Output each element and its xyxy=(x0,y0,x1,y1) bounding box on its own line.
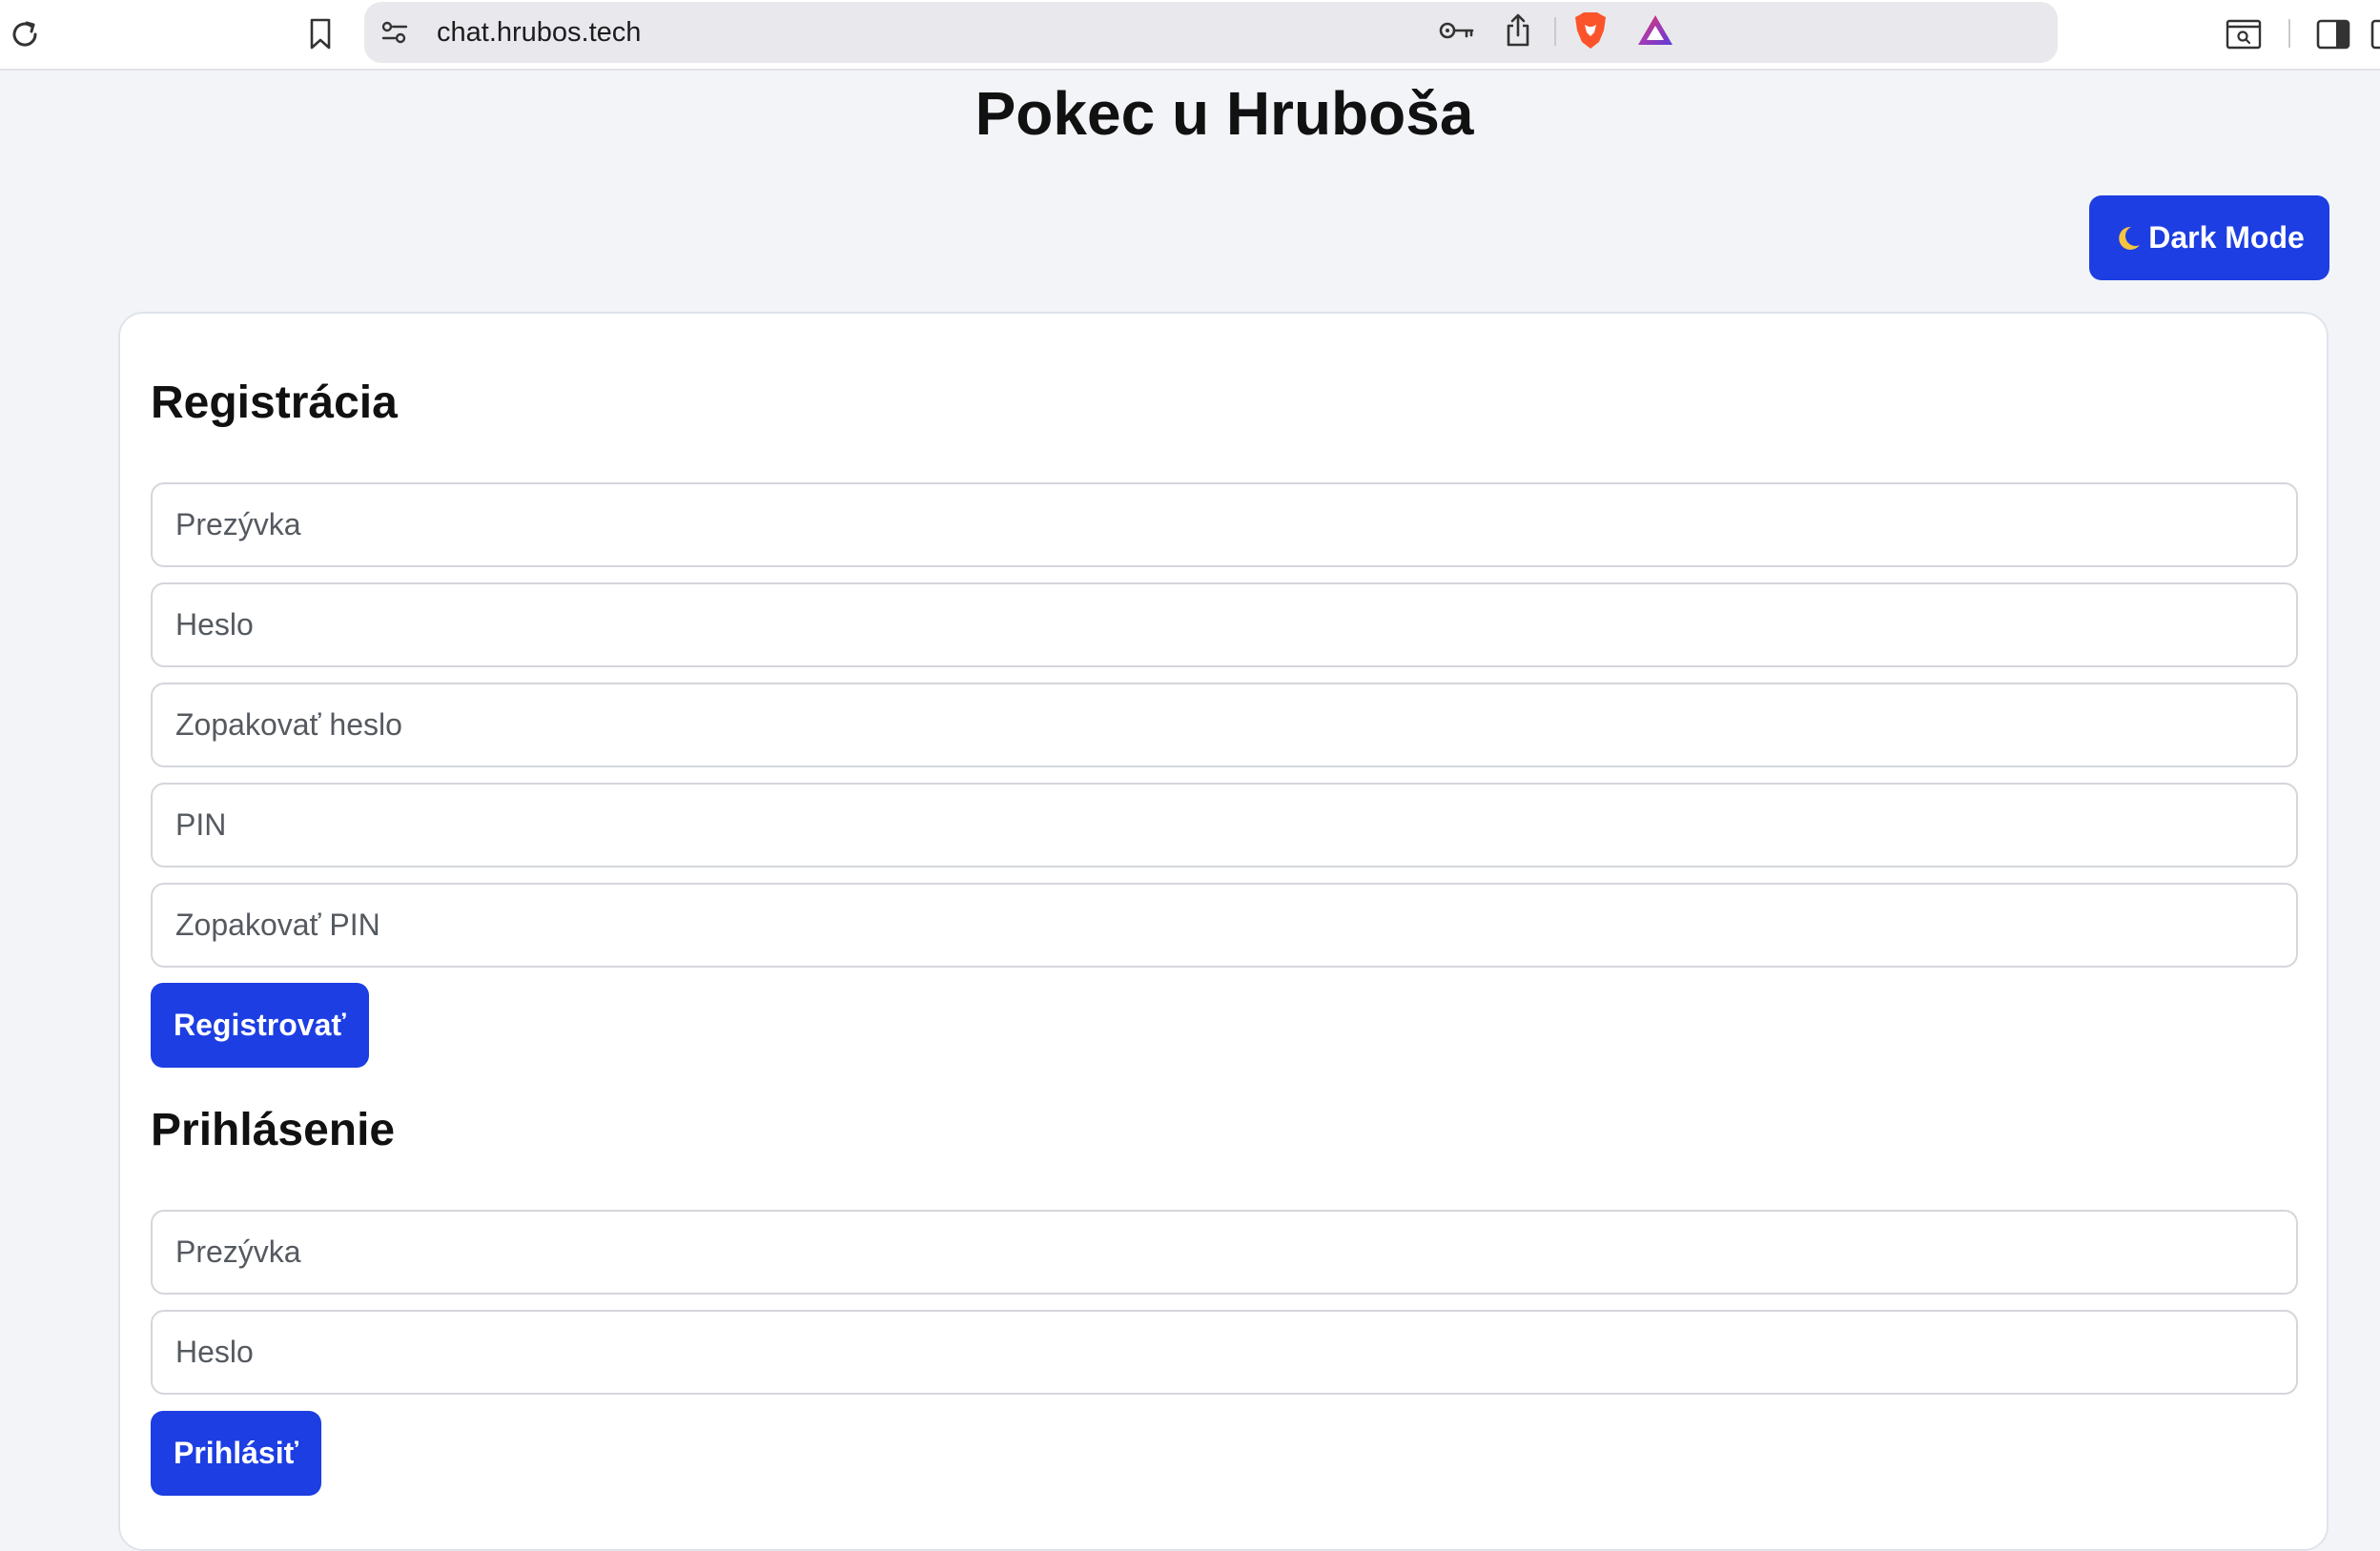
toolbar-separator-2 xyxy=(2288,19,2290,48)
dark-mode-button[interactable]: Dark Mode xyxy=(2089,195,2329,280)
auth-card: Registrácia Registrovať Prihlásenie Prih… xyxy=(118,312,2329,1551)
login-password-input[interactable] xyxy=(151,1310,2298,1395)
share-icon[interactable] xyxy=(1501,11,1535,50)
key-icon[interactable] xyxy=(1436,13,1478,48)
registration-heading: Registrácia xyxy=(151,378,398,428)
toolbar-separator xyxy=(1554,17,1556,46)
brave-lion-icon[interactable] xyxy=(1570,10,1611,51)
register-nickname-input[interactable] xyxy=(151,482,2298,567)
sidebar-toggle-icon[interactable] xyxy=(2311,13,2355,55)
register-pin-input[interactable] xyxy=(151,783,2298,867)
url-text[interactable]: chat.hrubos.tech xyxy=(437,2,641,63)
address-bar[interactable]: chat.hrubos.tech xyxy=(364,2,2058,63)
page-title: Pokec u Hruboša xyxy=(975,79,1474,148)
reload-icon[interactable] xyxy=(4,13,46,55)
register-button[interactable]: Registrovať xyxy=(151,983,369,1068)
brave-rewards-triangle-icon[interactable] xyxy=(1634,11,1676,50)
dark-mode-label: Dark Mode xyxy=(2148,220,2305,255)
login-heading: Prihlásenie xyxy=(151,1105,396,1155)
site-settings-icon[interactable] xyxy=(380,17,410,48)
menu-icon[interactable] xyxy=(2367,13,2380,55)
login-nickname-input[interactable] xyxy=(151,1210,2298,1295)
login-button[interactable]: Prihlásiť xyxy=(151,1411,321,1496)
browser-toolbar: chat.hrubos.tech xyxy=(0,0,2380,71)
reader-mode-icon[interactable] xyxy=(2222,13,2266,55)
register-pin-repeat-input[interactable] xyxy=(151,883,2298,968)
register-password-repeat-input[interactable] xyxy=(151,683,2298,767)
moon-icon xyxy=(2114,224,2143,253)
register-password-input[interactable] xyxy=(151,582,2298,667)
bookmark-icon[interactable] xyxy=(301,13,339,55)
